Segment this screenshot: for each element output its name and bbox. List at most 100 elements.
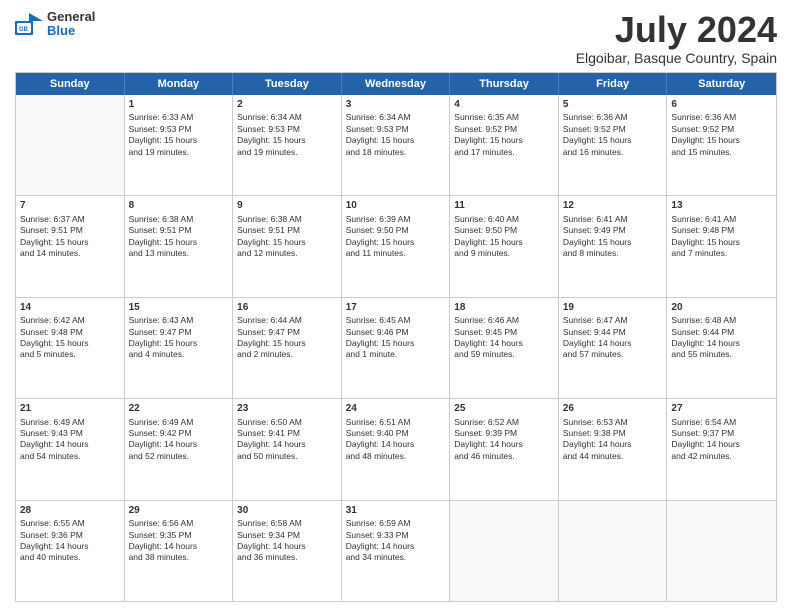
day-number: 2 bbox=[237, 98, 337, 112]
calendar-day-empty bbox=[16, 95, 125, 195]
day-number: 21 bbox=[20, 402, 120, 416]
calendar-week-1: 1Sunrise: 6:33 AMSunset: 9:53 PMDaylight… bbox=[16, 95, 776, 196]
day-number: 7 bbox=[20, 199, 120, 213]
day-number: 19 bbox=[563, 301, 663, 315]
calendar-day-21: 21Sunrise: 6:49 AMSunset: 9:43 PMDayligh… bbox=[16, 399, 125, 499]
day-info-line: Daylight: 14 hours bbox=[129, 541, 229, 552]
calendar-day-23: 23Sunrise: 6:50 AMSunset: 9:41 PMDayligh… bbox=[233, 399, 342, 499]
day-info-line: Sunrise: 6:59 AM bbox=[346, 518, 446, 529]
day-info-line: Sunrise: 6:48 AM bbox=[671, 315, 772, 326]
day-info-line: Sunrise: 6:41 AM bbox=[671, 214, 772, 225]
calendar-week-5: 28Sunrise: 6:55 AMSunset: 9:36 PMDayligh… bbox=[16, 501, 776, 601]
location: Elgoibar, Basque Country, Spain bbox=[576, 50, 777, 66]
day-info-line: Sunrise: 6:43 AM bbox=[129, 315, 229, 326]
day-info-line: Sunrise: 6:49 AM bbox=[129, 417, 229, 428]
day-info-line: Daylight: 15 hours bbox=[454, 135, 554, 146]
calendar-day-3: 3Sunrise: 6:34 AMSunset: 9:53 PMDaylight… bbox=[342, 95, 451, 195]
day-number: 14 bbox=[20, 301, 120, 315]
day-number: 6 bbox=[671, 98, 772, 112]
day-info-line: and 59 minutes. bbox=[454, 349, 554, 360]
header-day-wednesday: Wednesday bbox=[342, 73, 451, 95]
day-number: 17 bbox=[346, 301, 446, 315]
day-info-line: Sunrise: 6:46 AM bbox=[454, 315, 554, 326]
day-info-line: and 18 minutes. bbox=[346, 147, 446, 158]
day-number: 20 bbox=[671, 301, 772, 315]
day-info-line: and 15 minutes. bbox=[671, 147, 772, 158]
day-info-line: and 48 minutes. bbox=[346, 451, 446, 462]
day-number: 18 bbox=[454, 301, 554, 315]
day-info-line: and 55 minutes. bbox=[671, 349, 772, 360]
day-info-line: Sunset: 9:47 PM bbox=[129, 327, 229, 338]
day-number: 22 bbox=[129, 402, 229, 416]
day-info-line: Sunrise: 6:42 AM bbox=[20, 315, 120, 326]
calendar-day-19: 19Sunrise: 6:47 AMSunset: 9:44 PMDayligh… bbox=[559, 298, 668, 398]
day-info-line: and 1 minute. bbox=[346, 349, 446, 360]
day-info-line: Sunset: 9:39 PM bbox=[454, 428, 554, 439]
day-info-line: Sunset: 9:45 PM bbox=[454, 327, 554, 338]
day-info-line: Sunrise: 6:37 AM bbox=[20, 214, 120, 225]
day-info-line: Sunset: 9:38 PM bbox=[563, 428, 663, 439]
day-number: 27 bbox=[671, 402, 772, 416]
calendar-day-12: 12Sunrise: 6:41 AMSunset: 9:49 PMDayligh… bbox=[559, 196, 668, 296]
day-number: 8 bbox=[129, 199, 229, 213]
svg-text:GB: GB bbox=[19, 27, 29, 33]
day-info-line: and 2 minutes. bbox=[237, 349, 337, 360]
day-number: 28 bbox=[20, 504, 120, 518]
day-info-line: Daylight: 14 hours bbox=[346, 439, 446, 450]
day-info-line: Sunset: 9:35 PM bbox=[129, 530, 229, 541]
calendar-week-3: 14Sunrise: 6:42 AMSunset: 9:48 PMDayligh… bbox=[16, 298, 776, 399]
day-info-line: Sunrise: 6:56 AM bbox=[129, 518, 229, 529]
title-block: July 2024 Elgoibar, Basque Country, Spai… bbox=[576, 10, 777, 66]
day-info-line: Daylight: 15 hours bbox=[20, 338, 120, 349]
day-number: 29 bbox=[129, 504, 229, 518]
day-info-line: Sunset: 9:44 PM bbox=[563, 327, 663, 338]
day-info-line: Sunset: 9:46 PM bbox=[346, 327, 446, 338]
calendar-week-4: 21Sunrise: 6:49 AMSunset: 9:43 PMDayligh… bbox=[16, 399, 776, 500]
day-info-line: Daylight: 14 hours bbox=[563, 439, 663, 450]
calendar-day-20: 20Sunrise: 6:48 AMSunset: 9:44 PMDayligh… bbox=[667, 298, 776, 398]
day-info-line: and 16 minutes. bbox=[563, 147, 663, 158]
day-number: 11 bbox=[454, 199, 554, 213]
day-info-line: Daylight: 14 hours bbox=[454, 338, 554, 349]
day-info-line: and 19 minutes. bbox=[129, 147, 229, 158]
header: GB General Blue July 2024 Elgoibar, Basq… bbox=[15, 10, 777, 66]
calendar-day-13: 13Sunrise: 6:41 AMSunset: 9:48 PMDayligh… bbox=[667, 196, 776, 296]
day-info-line: Daylight: 15 hours bbox=[671, 237, 772, 248]
day-info-line: Sunrise: 6:38 AM bbox=[237, 214, 337, 225]
day-info-line: and 4 minutes. bbox=[129, 349, 229, 360]
day-info-line: and 8 minutes. bbox=[563, 248, 663, 259]
day-number: 13 bbox=[671, 199, 772, 213]
day-info-line: Sunrise: 6:33 AM bbox=[129, 112, 229, 123]
day-info-line: Sunset: 9:47 PM bbox=[237, 327, 337, 338]
day-number: 26 bbox=[563, 402, 663, 416]
day-info-line: Sunset: 9:43 PM bbox=[20, 428, 120, 439]
calendar-day-empty bbox=[559, 501, 668, 601]
day-info-line: Sunset: 9:37 PM bbox=[671, 428, 772, 439]
calendar: SundayMondayTuesdayWednesdayThursdayFrid… bbox=[15, 72, 777, 602]
day-info-line: Daylight: 14 hours bbox=[671, 338, 772, 349]
calendar-day-30: 30Sunrise: 6:58 AMSunset: 9:34 PMDayligh… bbox=[233, 501, 342, 601]
day-info-line: and 40 minutes. bbox=[20, 552, 120, 563]
day-info-line: Sunset: 9:48 PM bbox=[20, 327, 120, 338]
calendar-week-2: 7Sunrise: 6:37 AMSunset: 9:51 PMDaylight… bbox=[16, 196, 776, 297]
day-info-line: Daylight: 15 hours bbox=[671, 135, 772, 146]
logo: GB General Blue bbox=[15, 10, 95, 39]
day-info-line: Sunrise: 6:50 AM bbox=[237, 417, 337, 428]
day-info-line: and 50 minutes. bbox=[237, 451, 337, 462]
day-info-line: Sunrise: 6:34 AM bbox=[237, 112, 337, 123]
calendar-day-10: 10Sunrise: 6:39 AMSunset: 9:50 PMDayligh… bbox=[342, 196, 451, 296]
day-info-line: Daylight: 14 hours bbox=[346, 541, 446, 552]
day-info-line: Sunrise: 6:49 AM bbox=[20, 417, 120, 428]
day-number: 16 bbox=[237, 301, 337, 315]
day-info-line: and 14 minutes. bbox=[20, 248, 120, 259]
day-info-line: Sunset: 9:44 PM bbox=[671, 327, 772, 338]
day-info-line: Daylight: 15 hours bbox=[563, 237, 663, 248]
day-info-line: Sunrise: 6:41 AM bbox=[563, 214, 663, 225]
day-info-line: Sunset: 9:49 PM bbox=[563, 225, 663, 236]
day-info-line: Sunset: 9:52 PM bbox=[563, 124, 663, 135]
day-info-line: Sunset: 9:52 PM bbox=[454, 124, 554, 135]
calendar-day-5: 5Sunrise: 6:36 AMSunset: 9:52 PMDaylight… bbox=[559, 95, 668, 195]
day-info-line: Sunset: 9:53 PM bbox=[129, 124, 229, 135]
logo-general: General bbox=[47, 10, 95, 24]
day-info-line: Sunrise: 6:52 AM bbox=[454, 417, 554, 428]
